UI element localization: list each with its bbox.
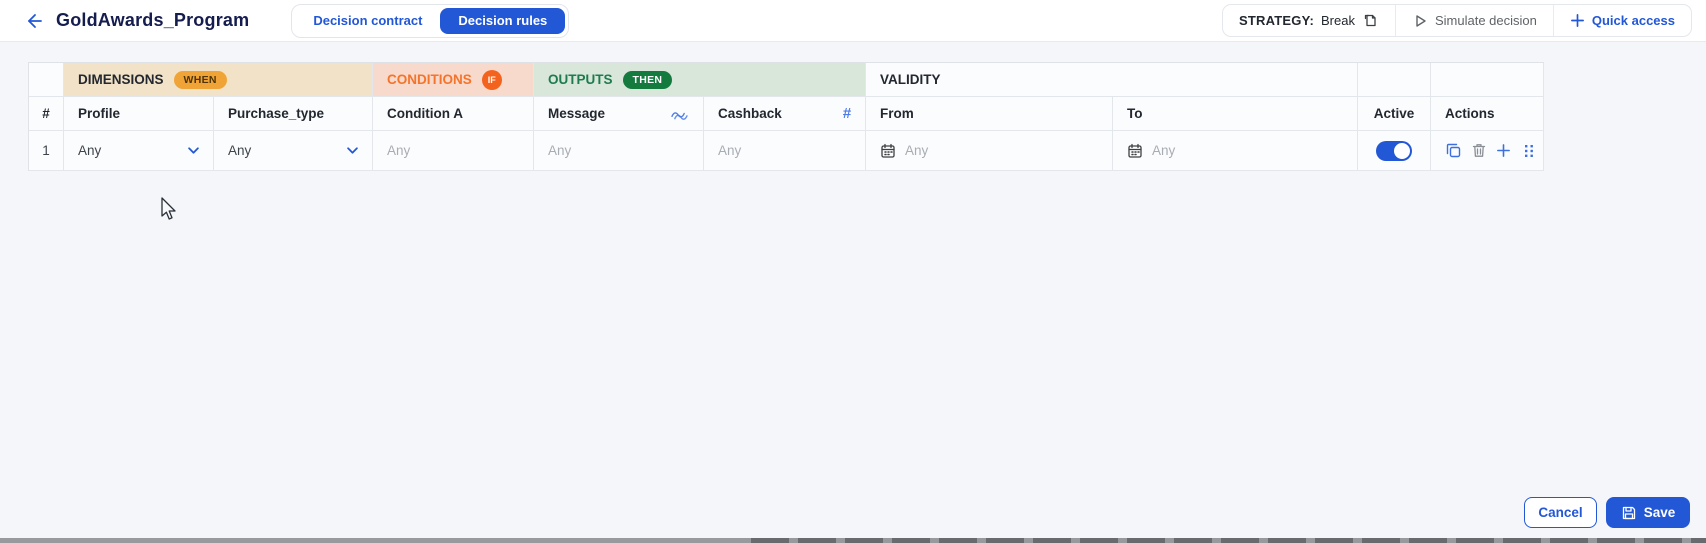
number-type-icon: # [843,105,851,122]
strategy-label: STRATEGY: [1239,13,1314,28]
group-cell-empty-actions [1431,63,1544,97]
profile-dropdown[interactable]: Any [64,131,214,171]
tab-decision-rules[interactable]: Decision rules [440,8,565,34]
group-outputs: OUTPUTS THEN [534,63,866,97]
col-header-cashback-label: Cashback [718,106,782,121]
group-dimensions-label: DIMENSIONS [78,72,164,87]
condition-a-input[interactable] [387,143,519,158]
to-date-placeholder: Any [1152,143,1175,158]
drag-handle-icon [1524,144,1534,158]
from-date-field[interactable]: Any [866,131,1113,171]
strategy-value: Break [1321,13,1355,28]
group-dimensions: DIMENSIONS WHEN [64,63,373,97]
from-date-placeholder: Any [905,143,928,158]
group-cell-empty-index [29,63,64,97]
condition-a-cell [373,131,534,171]
message-input[interactable] [548,143,689,158]
col-header-index: # [29,97,64,131]
actions-cell [1431,131,1544,171]
group-outputs-label: OUTPUTS [548,72,613,87]
quick-access-button[interactable]: Quick access [1553,5,1691,36]
cashback-cell [704,131,866,171]
simulate-decision-button[interactable]: Simulate decision [1395,5,1553,36]
toolbar: STRATEGY: Break Simulate decision Quick … [1222,4,1692,37]
back-button[interactable] [24,11,44,31]
top-bar-left: GoldAwards_Program Decision contract Dec… [24,4,569,38]
copy-icon [1445,142,1462,159]
calendar-icon [880,143,896,159]
col-header-message-label: Message [548,106,605,121]
trash-icon [1471,142,1487,159]
save-button[interactable]: Save [1606,497,1690,528]
col-header-condition-a: Condition A [373,97,534,131]
cancel-button[interactable]: Cancel [1524,497,1597,528]
plus-icon [1570,13,1585,28]
top-bar: GoldAwards_Program Decision contract Dec… [0,0,1706,42]
group-conditions-label: CONDITIONS [387,72,472,87]
col-header-actions: Actions [1431,97,1544,131]
group-conditions: CONDITIONS IF [373,63,534,97]
col-header-message: Message [534,97,704,131]
chevron-down-icon [347,147,358,154]
decision-rules-table: DIMENSIONS WHEN CONDITIONS IF OUTPUTS TH… [28,62,1544,171]
then-badge: THEN [623,71,673,89]
footer-actions: Cancel Save [1524,497,1690,528]
col-header-from: From [866,97,1113,131]
calendar-icon [1127,143,1143,159]
purchase-type-dropdown[interactable]: Any [214,131,373,171]
simulate-decision-label: Simulate decision [1435,13,1537,28]
save-button-label: Save [1644,505,1676,520]
to-date-field[interactable]: Any [1113,131,1358,171]
col-header-active: Active [1358,97,1431,131]
save-disk-icon [1621,505,1637,521]
profile-dropdown-value: Any [78,143,101,158]
group-cell-empty-active [1358,63,1431,97]
play-icon [1412,13,1428,29]
view-tabs: Decision contract Decision rules [291,4,569,38]
col-header-purchase-type: Purchase_type [214,97,373,131]
plus-icon [1496,143,1511,158]
row-index: 1 [29,131,64,171]
chevron-down-icon [188,147,199,154]
delete-row-button[interactable] [1471,142,1487,159]
group-validity: VALIDITY [866,63,1358,97]
arrow-left-icon [24,11,44,31]
tab-decision-contract[interactable]: Decision contract [295,8,440,34]
active-toggle[interactable] [1376,141,1412,161]
col-header-profile: Profile [64,97,214,131]
text-type-icon [670,106,689,121]
duplicate-row-button[interactable] [1445,142,1462,159]
mouse-cursor [158,196,180,222]
page-title: GoldAwards_Program [56,10,249,31]
if-badge: IF [482,70,502,90]
group-validity-label: VALIDITY [880,72,941,87]
active-cell [1358,131,1431,171]
col-header-cashback: Cashback # [704,97,866,131]
drag-row-handle[interactable] [1524,144,1534,158]
bottom-window-edge [0,538,1706,543]
when-badge: WHEN [174,71,227,89]
col-header-to: To [1113,97,1358,131]
strategy-control[interactable]: STRATEGY: Break [1223,5,1395,36]
quick-access-label: Quick access [1592,13,1675,28]
message-cell [534,131,704,171]
strategy-icon [1362,12,1379,29]
add-row-button[interactable] [1496,143,1511,158]
cashback-input[interactable] [718,143,851,158]
purchase-type-dropdown-value: Any [228,143,251,158]
